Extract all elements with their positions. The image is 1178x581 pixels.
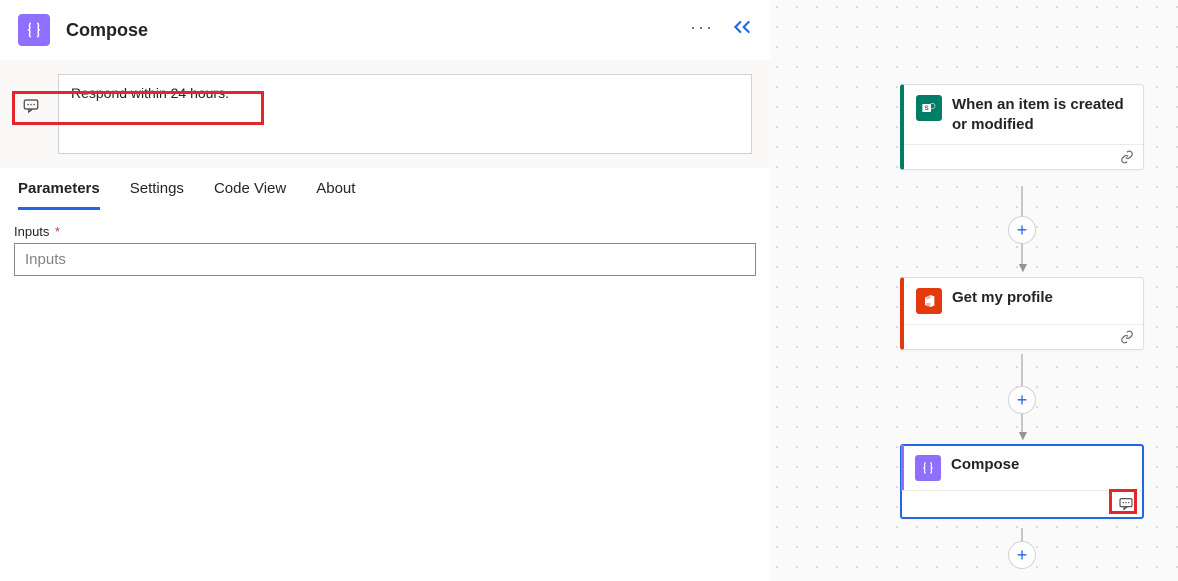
panel-header: Compose ··· — [0, 0, 770, 60]
tab-parameters[interactable]: Parameters — [18, 180, 100, 210]
inputs-label: Inputs * — [14, 224, 756, 239]
card-title: Compose — [951, 455, 1019, 475]
comment-icon — [1118, 496, 1134, 512]
card-title: Get my profile — [952, 288, 1053, 308]
connector-line — [1021, 354, 1023, 386]
note-section: Respond within 24 hours. — [0, 60, 770, 168]
note-box[interactable]: Respond within 24 hours. — [58, 74, 752, 154]
flow-card-trigger[interactable]: S When an item is created or modified — [900, 84, 1144, 170]
add-step-button[interactable]: + — [1008, 386, 1036, 414]
compose-icon — [18, 14, 50, 46]
add-step-button[interactable]: + — [1008, 541, 1036, 569]
card-title: When an item is created or modified — [952, 95, 1131, 134]
more-actions-button[interactable]: ··· — [690, 18, 714, 36]
link-icon — [1119, 150, 1135, 164]
office-icon — [916, 288, 942, 314]
link-icon — [1119, 330, 1135, 344]
flow-card-get-profile[interactable]: Get my profile — [900, 277, 1144, 350]
sharepoint-icon: S — [916, 95, 942, 121]
tab-code-view[interactable]: Code View — [214, 180, 286, 210]
compose-icon — [915, 455, 941, 481]
flow-canvas[interactable]: S When an item is created or modified + … — [770, 0, 1178, 581]
note-text: Respond within 24 hours. — [71, 85, 229, 101]
comment-icon — [22, 97, 40, 115]
flow-card-compose[interactable]: Compose — [900, 444, 1144, 519]
panel-title: Compose — [66, 20, 148, 41]
arrow-head-icon: ▼ — [1016, 260, 1030, 274]
arrow-head-icon: ▼ — [1016, 428, 1030, 442]
tab-settings[interactable]: Settings — [130, 180, 184, 210]
collapse-panel-button[interactable] — [732, 20, 752, 34]
connector-line — [1021, 186, 1023, 216]
tab-about[interactable]: About — [316, 180, 355, 210]
connector-line — [1021, 528, 1023, 541]
add-step-button[interactable]: + — [1008, 216, 1036, 244]
inputs-field[interactable] — [14, 243, 756, 276]
tabs: Parameters Settings Code View About — [0, 168, 770, 210]
form-section: Inputs * — [0, 210, 770, 290]
svg-text:S: S — [925, 106, 929, 112]
